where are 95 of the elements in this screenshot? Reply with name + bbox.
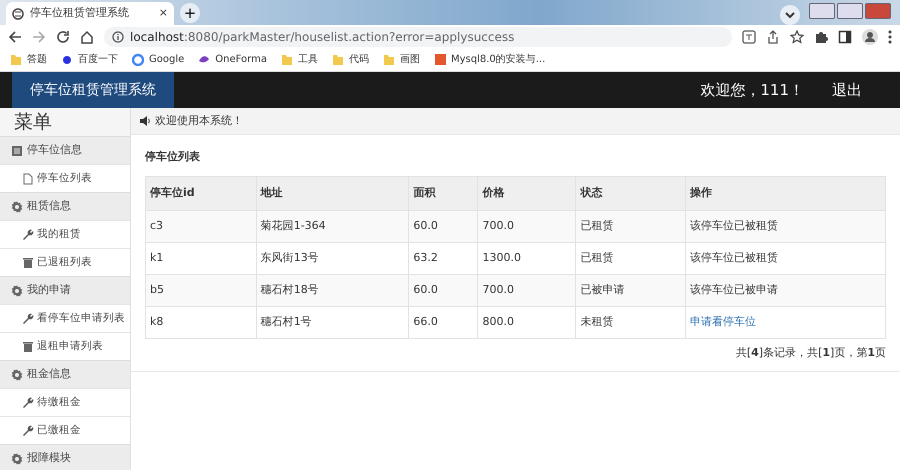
dropdown-icon[interactable] [780, 5, 800, 25]
reload-icon[interactable] [56, 30, 70, 44]
bookmark[interactable]: OneForma [198, 52, 267, 67]
menu-group[interactable]: 报障模块 [0, 444, 130, 470]
column-header: 状态 [576, 176, 686, 210]
wrench-icon [22, 312, 34, 324]
table-cell: 1300.0 [478, 242, 576, 274]
column-header: 价格 [478, 176, 576, 210]
table-cell: 已被申请 [576, 274, 686, 306]
table-cell: 66.0 [408, 306, 478, 338]
table-cell: 60.0 [408, 210, 478, 242]
gear-icon [11, 452, 23, 464]
wrench-icon [22, 396, 34, 408]
minimize-button[interactable] [809, 3, 835, 19]
tab-title: 停车位租赁管理系统 [30, 5, 130, 22]
trash-icon [22, 256, 34, 268]
close-tab-button[interactable]: × [158, 5, 168, 22]
panel-title: 停车位列表 [144, 149, 201, 165]
gear-icon [11, 368, 23, 380]
brand-title: 停车位租赁管理系统 [12, 72, 174, 108]
speaker-icon [139, 115, 151, 127]
table-cell: 未租赁 [576, 306, 686, 338]
profile-icon[interactable] [862, 28, 878, 44]
column-header: 面积 [408, 176, 478, 210]
menu-item[interactable]: 已缴租金 [0, 416, 130, 444]
bookmark-icon [434, 53, 446, 66]
bookmark[interactable]: 画图 [382, 52, 420, 67]
address-field[interactable]: localhost:8080/parkMaster/houselist.action?error=applysuccess [104, 26, 732, 46]
notice-text: 欢迎使用本系统！ [155, 112, 243, 129]
menu-item[interactable]: 已退租列表 [0, 248, 130, 276]
share-icon[interactable] [766, 30, 780, 44]
logout-link[interactable]: 退出 [832, 78, 862, 102]
translate-icon[interactable] [742, 30, 756, 44]
folder-icon [332, 53, 344, 66]
bookmark[interactable]: 百度一下 [61, 52, 118, 67]
table-cell: 已租赁 [576, 210, 686, 242]
menu-group[interactable]: 停车位信息 [0, 136, 130, 164]
new-tab-button[interactable]: + [180, 3, 200, 23]
sidebar-icon[interactable] [838, 30, 852, 44]
list-icon [11, 144, 23, 156]
menu-item[interactable]: 看停车位申请列表 [0, 304, 130, 332]
menu-title: 菜单 [13, 110, 53, 135]
menu-item[interactable]: 我的租赁 [0, 220, 130, 248]
menu-item[interactable]: 退租申请列表 [0, 332, 130, 360]
puzzle-icon[interactable] [814, 30, 828, 44]
table-cell: k1 [146, 242, 256, 274]
table-cell: 60.0 [408, 274, 478, 306]
pagination-text: 共[4]条记录，共[1]页，第1页 [734, 344, 887, 360]
folder-icon [382, 53, 395, 66]
table-cell: 该停车位已被申请 [685, 274, 886, 306]
bookmark[interactable]: Google [132, 52, 184, 67]
table-cell: 已租赁 [576, 242, 686, 274]
table-cell: 东风街13号 [256, 242, 409, 274]
table-cell: b5 [146, 274, 256, 306]
table-cell: k8 [146, 306, 256, 338]
table-cell: 700.0 [478, 274, 576, 306]
table-cell: 63.2 [408, 242, 478, 274]
menu-group[interactable]: 租金信息 [0, 360, 130, 388]
column-header: 操作 [685, 176, 886, 210]
bookmark[interactable]: Mysql8.0的安装与... [434, 52, 546, 67]
bookmark[interactable]: 代码 [332, 52, 369, 67]
column-header: 停车位id [146, 176, 256, 210]
menu-item[interactable]: 待缴租金 [0, 388, 130, 416]
star-icon[interactable] [790, 30, 804, 44]
home-icon[interactable] [80, 30, 94, 44]
more-icon[interactable] [888, 30, 892, 44]
info-icon [112, 30, 124, 42]
table-cell: 该停车位已被租赁 [685, 242, 886, 274]
maximize-button[interactable] [837, 3, 863, 19]
welcome-text: 欢迎您，111！ [700, 80, 804, 101]
table-cell: 穗石村1号 [256, 306, 409, 338]
wrench-icon [22, 228, 34, 240]
gear-icon [11, 200, 23, 212]
table-cell: 800.0 [478, 306, 576, 338]
table-cell: 穗石村18号 [256, 274, 409, 306]
folder-icon [10, 53, 22, 66]
back-icon[interactable] [8, 30, 22, 44]
table-cell: 菊花园1-364 [256, 210, 409, 242]
menu-item[interactable]: 停车位列表 [0, 164, 130, 192]
menu-group[interactable]: 租赁信息 [0, 192, 130, 220]
file-icon [22, 172, 34, 184]
bookmark[interactable]: 答题 [10, 52, 47, 67]
wrench-icon [22, 424, 34, 436]
bookmark[interactable]: 工具 [280, 52, 318, 67]
table-cell: 该停车位已被租赁 [685, 210, 886, 242]
table-cell: 700.0 [478, 210, 576, 242]
globe-icon [12, 8, 24, 20]
gear-icon [11, 284, 23, 296]
apply-link[interactable]: 申请看停车位 [690, 314, 756, 328]
folder-icon [280, 53, 293, 66]
table-cell: c3 [146, 210, 256, 242]
column-header: 地址 [256, 176, 409, 210]
trash-icon [22, 340, 34, 352]
browser-tab[interactable]: 停车位租赁管理系统 × [6, 2, 174, 25]
menu-group[interactable]: 我的申请 [0, 276, 130, 304]
